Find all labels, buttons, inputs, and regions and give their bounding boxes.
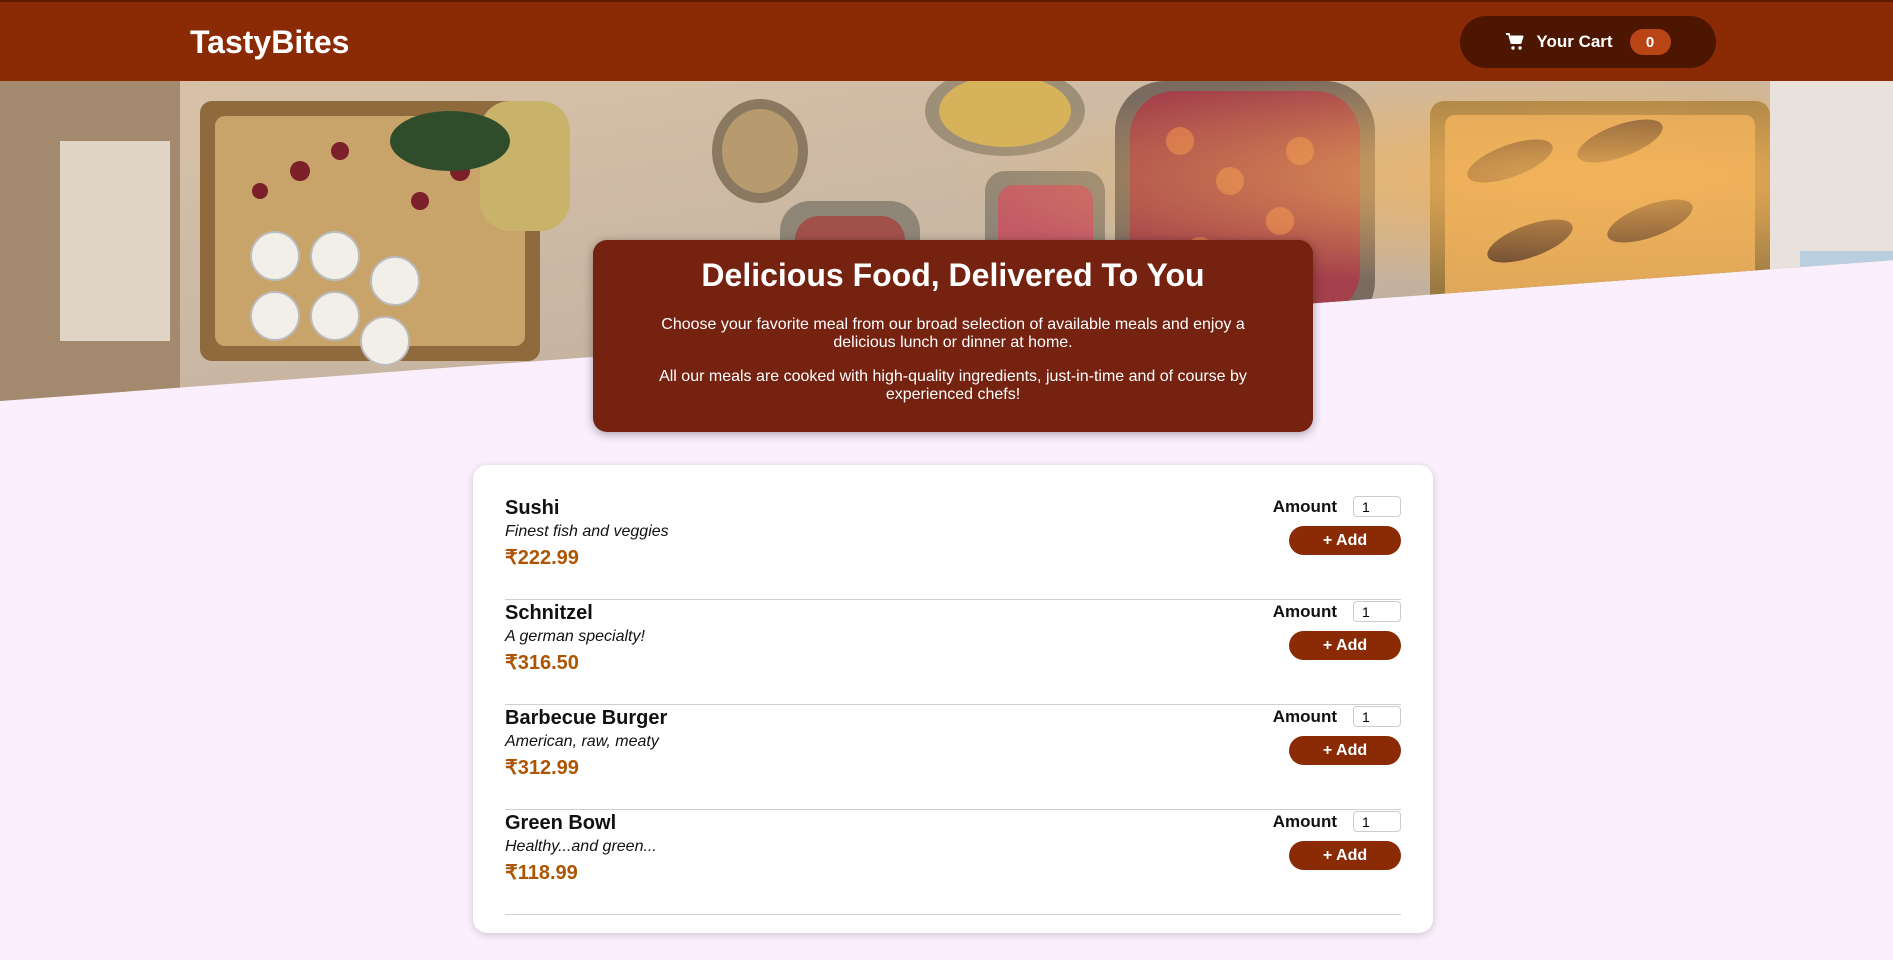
amount-label: Amount — [1272, 812, 1337, 831]
amount-input[interactable] — [1353, 496, 1401, 517]
meal-name: Green Bowl — [505, 812, 617, 834]
meal-item: Sushi Finest fish and veggies ₹222.99 Am… — [505, 495, 1401, 600]
add-to-cart-button[interactable]: + Add — [1289, 631, 1401, 660]
cart-icon — [1506, 33, 1524, 50]
meal-description: Healthy...and green... — [505, 838, 657, 855]
cart-count-badge: 0 — [1629, 29, 1671, 55]
meal-item: Green Bowl Healthy...and green... ₹118.9… — [505, 810, 1401, 915]
meals-list: Sushi Finest fish and veggies ₹222.99 Am… — [473, 465, 1433, 933]
meal-name: Barbecue Burger — [505, 707, 668, 729]
meal-item: Barbecue Burger American, raw, meaty ₹31… — [505, 705, 1401, 810]
amount-input[interactable] — [1353, 811, 1401, 832]
meal-description: American, raw, meaty — [505, 733, 659, 750]
amount-label: Amount — [1272, 707, 1337, 726]
app-header: TastyBites Your Cart 0 — [0, 0, 1893, 81]
meal-item: Schnitzel A german specialty! ₹316.50 Am… — [505, 600, 1401, 705]
meal-price: ₹312.99 — [505, 757, 579, 779]
amount-label: Amount — [1272, 497, 1337, 516]
meal-price: ₹316.50 — [505, 652, 579, 674]
meal-name: Schnitzel — [505, 602, 593, 624]
amount-input[interactable] — [1353, 601, 1401, 622]
add-to-cart-button[interactable]: + Add — [1289, 841, 1401, 870]
meal-price: ₹222.99 — [505, 547, 579, 569]
amount-input[interactable] — [1353, 706, 1401, 727]
summary-paragraph-1: Choose your favorite meal from our broad… — [661, 316, 1245, 351]
cart-label: Your Cart — [1536, 32, 1613, 51]
meal-description: Finest fish and veggies — [505, 523, 669, 540]
app-logo[interactable]: TastyBites — [190, 24, 349, 61]
add-to-cart-button[interactable]: + Add — [1289, 526, 1401, 555]
add-to-cart-button[interactable]: + Add — [1289, 736, 1401, 765]
summary-title: Delicious Food, Delivered To You — [701, 257, 1205, 293]
cart-button[interactable]: Your Cart 0 — [1460, 16, 1716, 68]
meal-name: Sushi — [505, 497, 560, 519]
meal-price: ₹118.99 — [505, 862, 578, 884]
meal-description: A german specialty! — [505, 628, 645, 645]
summary-paragraph-2: All our meals are cooked with high-quali… — [659, 368, 1247, 403]
amount-label: Amount — [1272, 602, 1337, 621]
summary-card: Delicious Food, Delivered To You Choose … — [593, 240, 1313, 432]
